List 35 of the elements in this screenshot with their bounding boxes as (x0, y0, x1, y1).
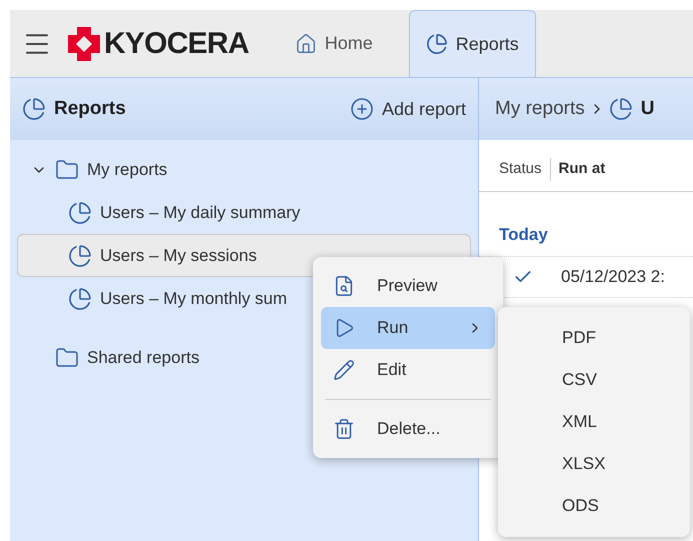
home-icon (294, 32, 317, 54)
add-icon (350, 97, 374, 121)
column-header[interactable]: Run at (550, 158, 606, 181)
pie-chart-icon (68, 200, 92, 224)
table-cell-text: 05/12/2023 2: (561, 266, 665, 288)
breadcrumb-link[interactable]: My reports (495, 94, 585, 124)
menu-item[interactable]: XML (498, 401, 690, 443)
tree-item[interactable]: My reports (17, 148, 471, 191)
pie-chart-icon (426, 33, 448, 55)
menu-item[interactable]: CSV (498, 359, 690, 401)
menu-item[interactable]: ODS (498, 485, 690, 527)
menu-item[interactable]: XLSX (498, 443, 690, 485)
pencil-icon (333, 359, 355, 381)
menu-item[interactable]: Delete... (321, 408, 495, 450)
folder-icon (55, 158, 79, 182)
menu-item[interactable]: Run (321, 307, 495, 349)
pie-chart-icon (22, 97, 46, 121)
trash-icon (333, 418, 355, 440)
document-search-icon (333, 275, 355, 297)
folder-icon (55, 346, 79, 370)
sidebar-title: Reports (54, 96, 126, 121)
tab[interactable]: Home (278, 10, 389, 77)
logo-text: KYOCERA (104, 26, 249, 62)
group-heading: Today (499, 224, 549, 246)
pie-chart-icon (68, 244, 92, 268)
menu-item[interactable]: Edit (321, 349, 495, 391)
breadcrumb-current: U (640, 96, 654, 121)
add-report-button[interactable]: Add report (350, 96, 466, 122)
tree-item[interactable]: Users – My daily summary (17, 191, 471, 234)
column-header[interactable]: Status (499, 158, 551, 181)
pie-chart-icon (68, 286, 92, 310)
logo-mark-icon (68, 26, 100, 60)
pie-chart-icon (608, 97, 633, 121)
tab[interactable]: Reports (408, 10, 536, 77)
menu-item[interactable]: PDF (498, 317, 690, 359)
